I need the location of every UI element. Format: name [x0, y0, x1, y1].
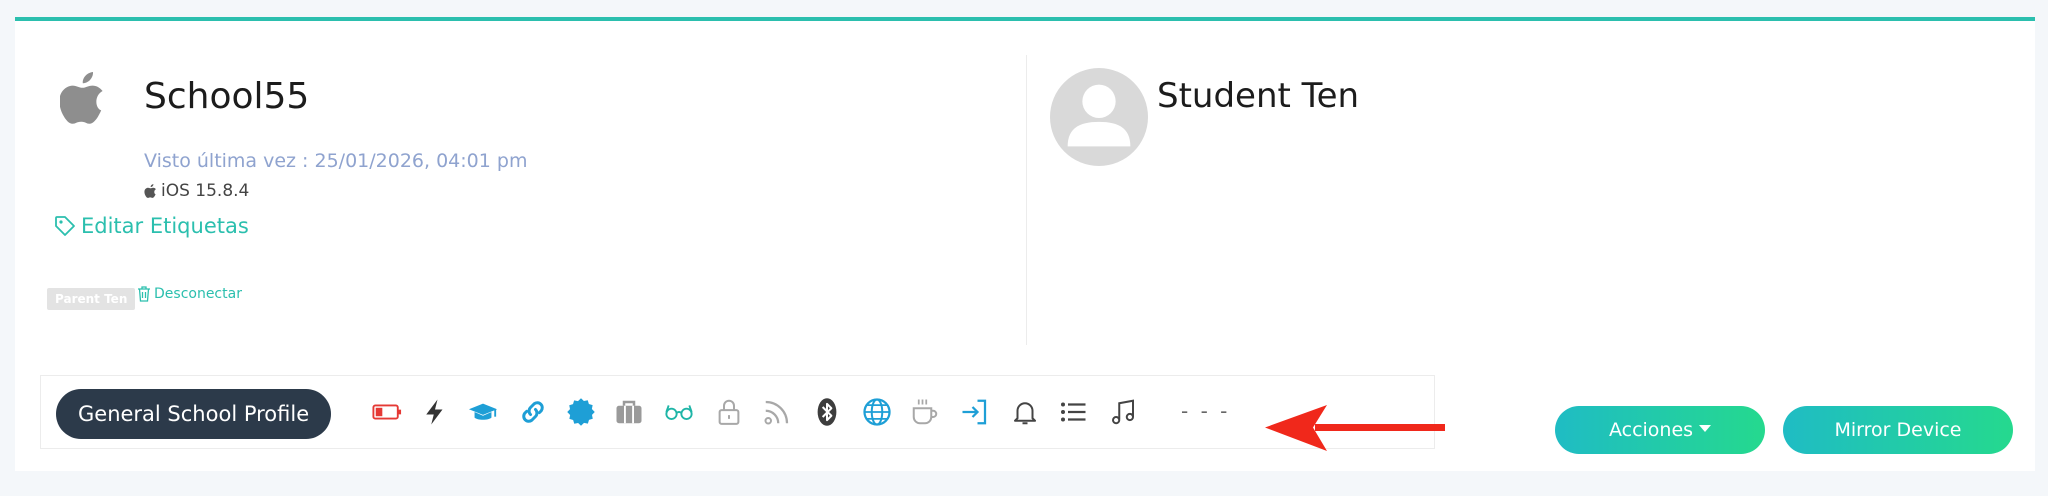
tag-icon: [55, 216, 75, 236]
graduation-cap-icon: [467, 396, 499, 428]
last-seen-text: Visto última vez : 25/01/2026, 04:01 pm: [144, 150, 528, 172]
device-card: School55 Visto última vez : 25/01/2026, …: [15, 17, 2035, 471]
bell-icon: [1009, 396, 1041, 428]
briefcase-icon: [613, 396, 645, 428]
disconnect-label: Desconectar: [154, 286, 242, 302]
sign-in-icon: [959, 396, 991, 428]
link-icon: [517, 396, 549, 428]
apple-small-icon: [144, 184, 156, 198]
glasses-icon: [663, 396, 695, 428]
bluetooth-icon: [811, 396, 843, 428]
badge-icon: [565, 396, 597, 428]
edit-tags-label: Editar Etiquetas: [81, 214, 249, 238]
globe-icon: [861, 396, 893, 428]
music-icon: [1107, 396, 1139, 428]
placeholder-text: - - -: [1181, 399, 1231, 423]
list-icon: [1057, 396, 1089, 428]
trash-icon: [138, 286, 150, 302]
os-version: iOS 15.8.4: [144, 181, 249, 201]
coffee-icon: [909, 396, 941, 428]
user-avatar-icon: [1050, 68, 1148, 166]
device-name: School55: [144, 76, 310, 117]
caret-down-icon: [1699, 425, 1712, 432]
disconnect-link[interactable]: Desconectar: [137, 286, 242, 302]
section-divider: [1026, 55, 1027, 345]
mirror-device-button[interactable]: Mirror Device: [1783, 406, 2013, 454]
apple-icon: [60, 72, 103, 124]
profile-button[interactable]: General School Profile: [56, 389, 332, 439]
parent-badge: Parent Ten: [47, 288, 136, 310]
acciones-button[interactable]: Acciones: [1555, 406, 1765, 454]
rss-icon: [761, 396, 793, 428]
red-arrow-annotation: [1265, 405, 1445, 451]
lightning-icon: [419, 396, 451, 428]
student-name: Student Ten: [1157, 76, 1360, 116]
acciones-label: Acciones: [1608, 419, 1694, 441]
device-toolbar: General School Profile - - -: [40, 375, 1435, 449]
edit-tags-link[interactable]: Editar Etiquetas: [53, 214, 249, 238]
lock-icon: [713, 396, 745, 428]
os-version-text: iOS 15.8.4: [161, 181, 250, 201]
battery-low-icon: [371, 396, 403, 428]
